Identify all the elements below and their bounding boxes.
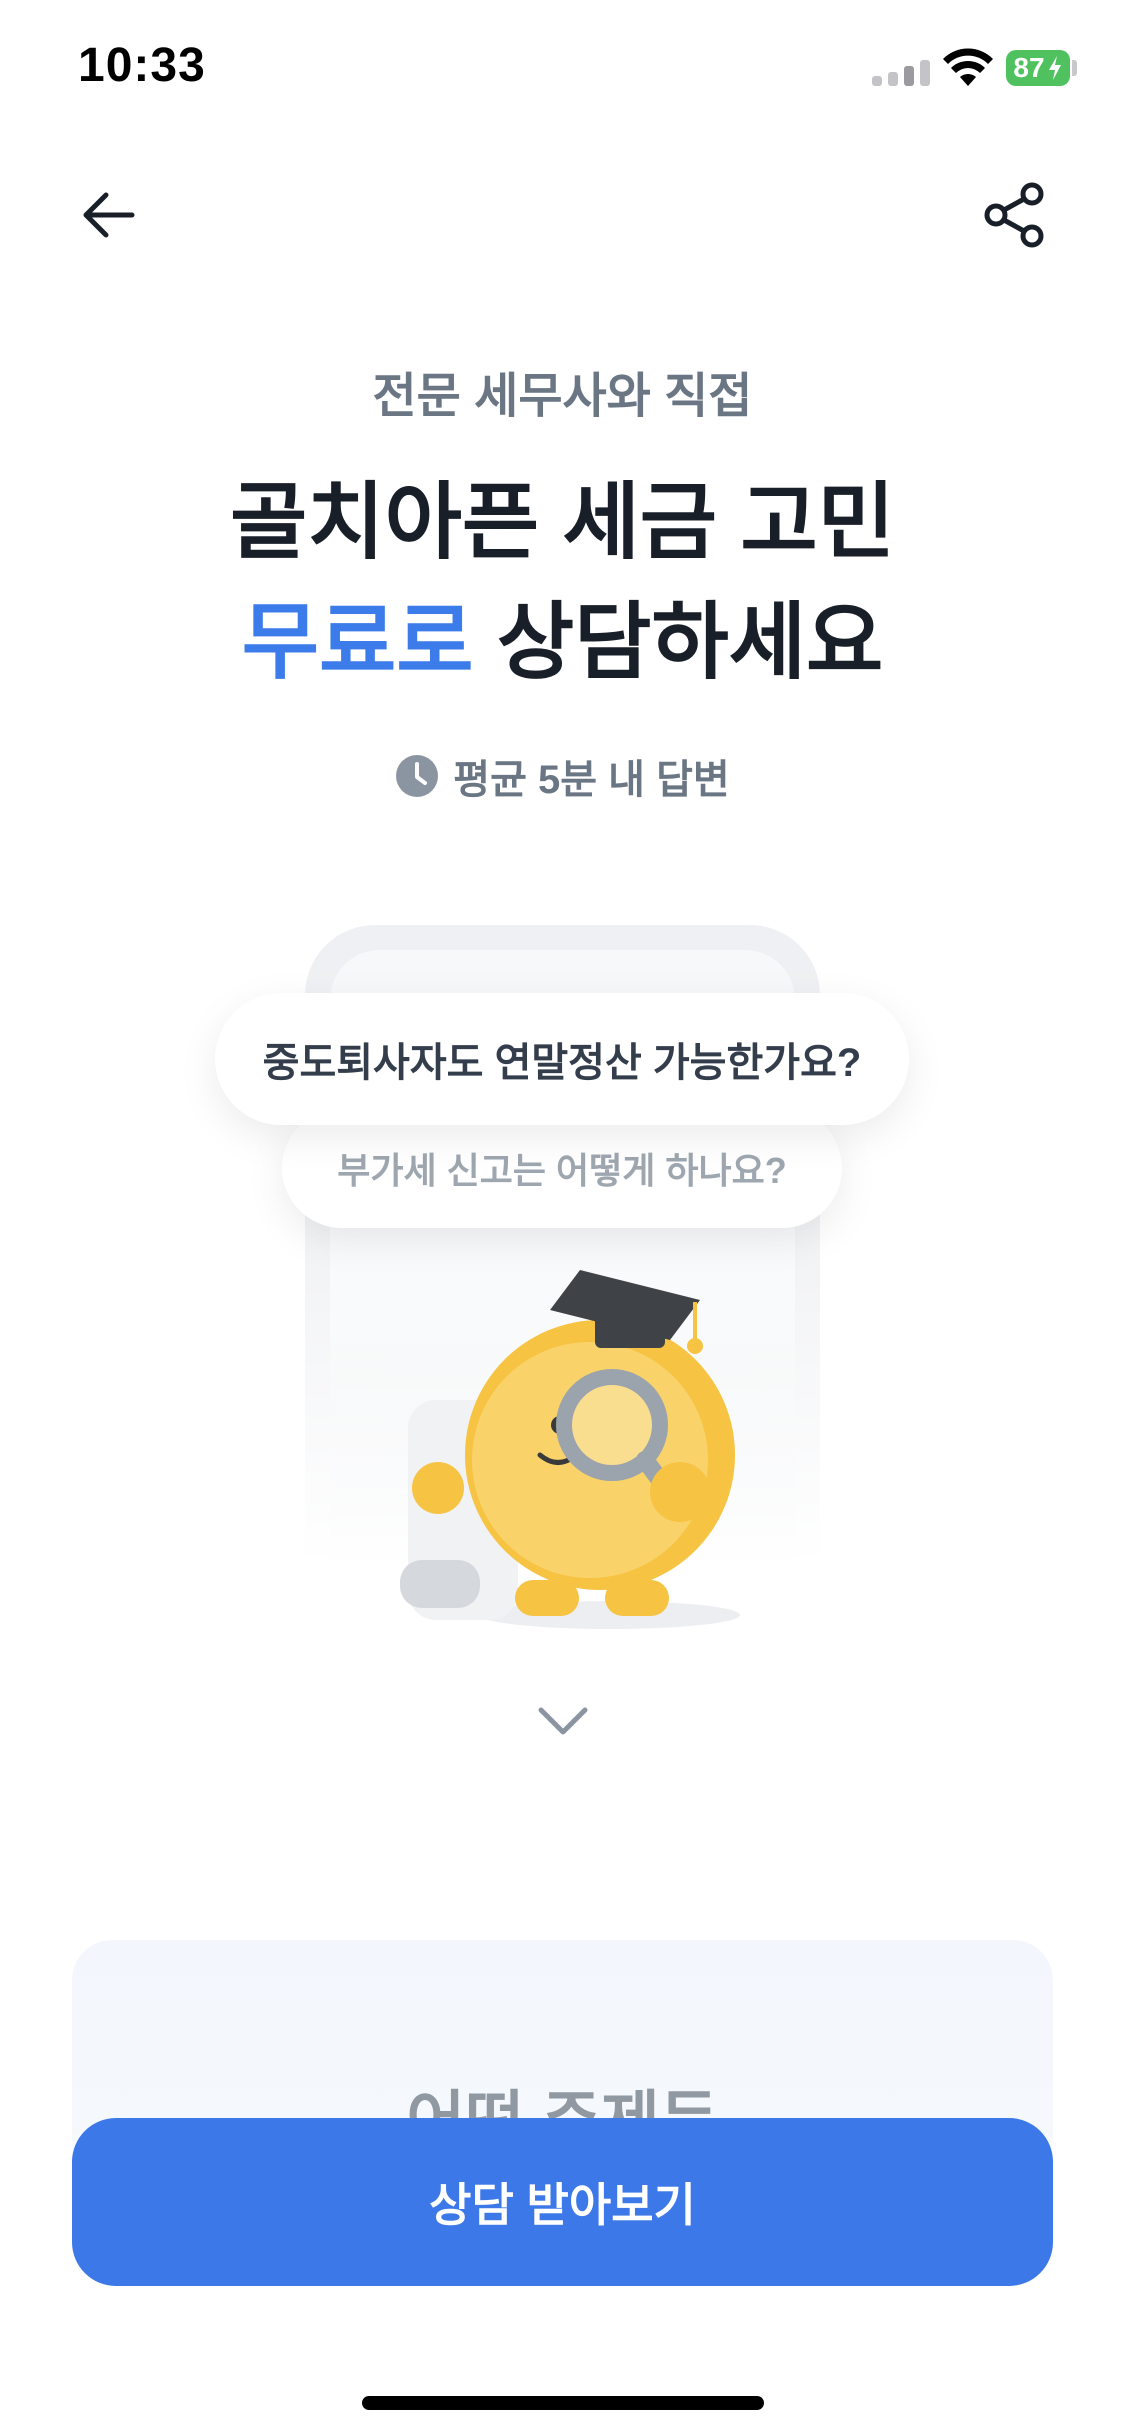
question-bubble-2: 부가세 신고는 어떻게 하나요? bbox=[282, 1108, 842, 1228]
hero-title-rest: 상담하세요 bbox=[473, 595, 884, 689]
share-icon bbox=[984, 182, 1044, 248]
hero-title-highlight: 무료로 bbox=[241, 595, 474, 689]
wifi-icon bbox=[943, 48, 993, 86]
hero-title-line1: 골치아픈 세금 고민 bbox=[230, 475, 895, 569]
question-bubble-1: 중도퇴사자도 연말정산 가능한가요? bbox=[215, 993, 909, 1125]
clock-icon bbox=[396, 755, 439, 797]
cellular-signal-icon bbox=[872, 60, 930, 86]
share-button[interactable] bbox=[980, 180, 1050, 250]
start-consultation-button[interactable]: 상담 받아보기 bbox=[72, 2118, 1053, 2286]
battery-tip bbox=[1072, 60, 1077, 76]
arrow-left-icon bbox=[83, 192, 135, 238]
home-indicator bbox=[362, 2396, 764, 2410]
status-time: 10:33 bbox=[78, 39, 206, 92]
answer-time-row: 평균 5분 내 답변 bbox=[0, 748, 1125, 804]
charging-bolt-icon bbox=[1048, 56, 1061, 80]
hero-subtitle: 전문 세무사와 직접 bbox=[372, 370, 753, 423]
back-button[interactable] bbox=[74, 180, 144, 250]
answer-time-text: 평균 5분 내 답변 bbox=[453, 758, 730, 802]
battery-level: 87 bbox=[1013, 52, 1045, 83]
hero-title-line2: 무료로 상담하세요 bbox=[0, 575, 1125, 696]
chevron-down-icon[interactable] bbox=[533, 1700, 593, 1740]
battery-indicator: 87 bbox=[1006, 50, 1070, 86]
coin-mascot-illustration bbox=[400, 1270, 740, 1629]
